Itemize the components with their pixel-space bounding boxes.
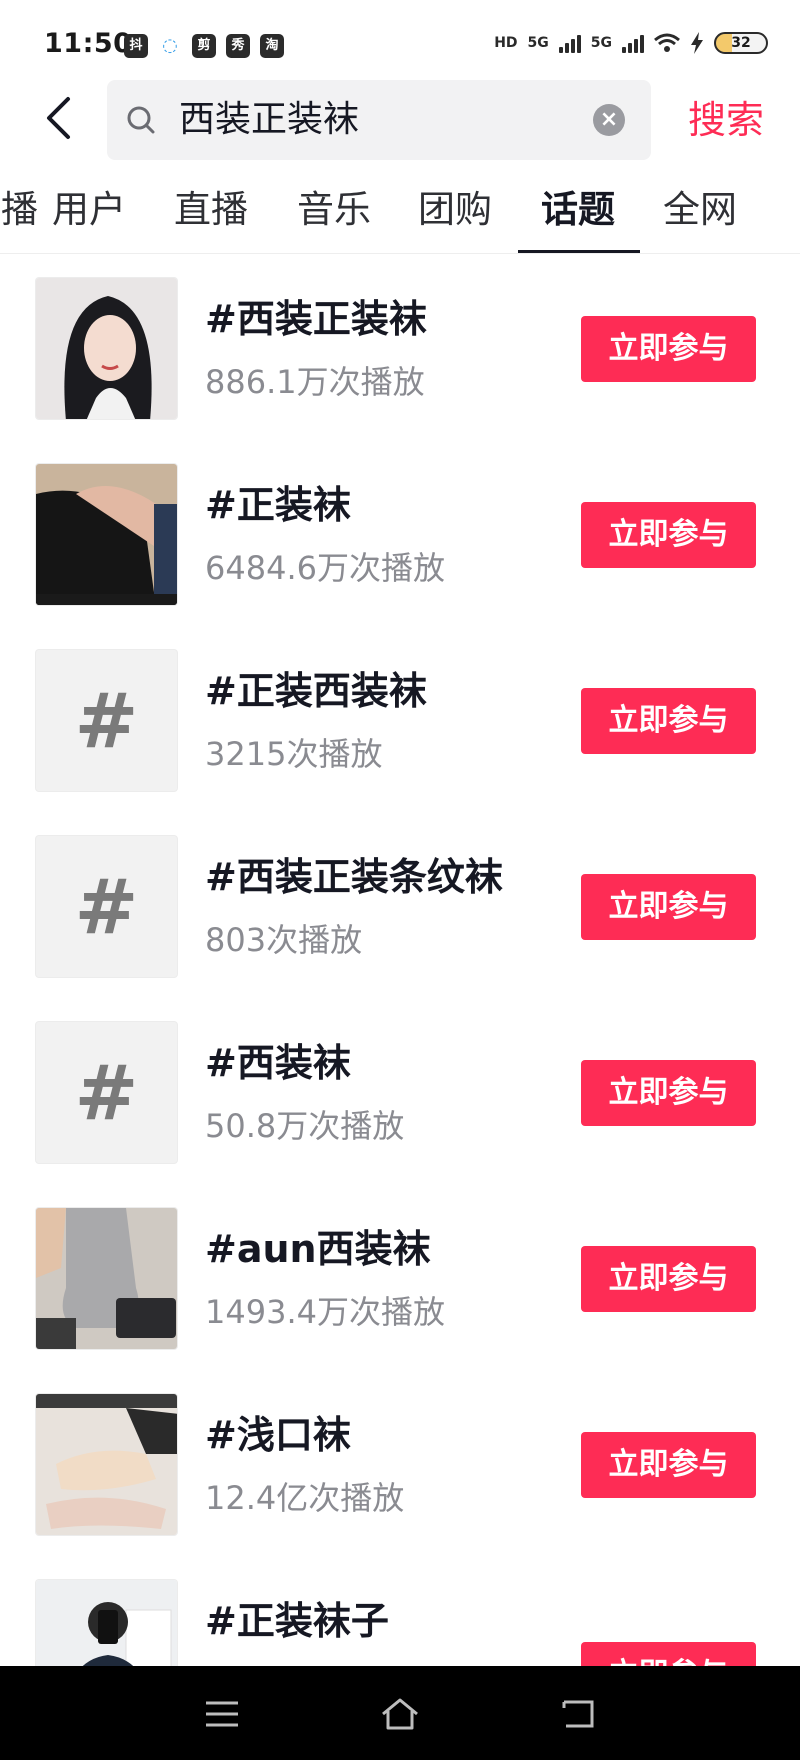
search-button[interactable]: 搜索 xyxy=(688,98,764,142)
topic-play-count: 6484.6万次播放 xyxy=(205,549,445,587)
status-time: 11:50 xyxy=(44,28,133,59)
topic-title: #西装袜 xyxy=(205,1041,351,1085)
socks-image xyxy=(36,464,177,605)
hd-indicator: HD xyxy=(494,35,518,51)
topic-title: #正装西装袜 xyxy=(205,669,427,713)
list-item[interactable]: # #正装西装袜 3215次播放 立即参与 xyxy=(0,632,800,818)
tab-topics[interactable]: 话题 xyxy=(541,188,615,232)
hashtag-icon: # xyxy=(35,1021,178,1164)
topic-play-count: 12.4亿次播放 xyxy=(205,1479,405,1517)
menu-button[interactable] xyxy=(202,1694,242,1734)
topic-title: #西装正装袜 xyxy=(205,297,427,341)
join-button[interactable]: 立即参与 xyxy=(581,502,756,568)
topic-play-count: 50.8万次播放 xyxy=(205,1107,405,1145)
topic-play-count: 886.1万次播放 xyxy=(205,363,425,401)
list-item[interactable]: # #西装袜 50.8万次播放 立即参与 xyxy=(0,1004,800,1190)
topic-title: #正装袜 xyxy=(205,483,351,527)
low-cut-socks-image xyxy=(36,1394,177,1535)
join-button[interactable]: 立即参与 xyxy=(581,316,756,382)
topic-play-count: 803次播放 xyxy=(205,921,363,959)
topic-thumbnail xyxy=(35,1393,178,1536)
join-button[interactable]: 立即参与 xyxy=(581,688,756,754)
app-notification-icon: 抖 xyxy=(124,34,148,58)
back-nav-button[interactable] xyxy=(558,1694,598,1734)
status-indicators: HD 5G 5G 32 xyxy=(494,32,768,54)
taobao-notification-icon: 淘 xyxy=(260,34,284,58)
topic-thumbnail xyxy=(35,277,178,420)
signal-icon xyxy=(558,33,581,53)
charging-icon xyxy=(691,32,703,54)
tab-music[interactable]: 音乐 xyxy=(297,188,371,232)
system-navigation-bar xyxy=(0,1666,800,1760)
result-tabs: 直播 用户 直播 音乐 团购 话题 全网 xyxy=(0,170,800,254)
portrait-image xyxy=(36,278,177,419)
tab-live[interactable]: 直播 xyxy=(174,188,248,232)
join-button[interactable]: 立即参与 xyxy=(581,1060,756,1126)
chevron-left-icon xyxy=(47,97,70,139)
capcut-notification-icon: 剪 xyxy=(192,34,216,58)
return-icon xyxy=(562,1700,594,1728)
join-button[interactable]: 立即参与 xyxy=(581,1246,756,1312)
topic-play-count: 1493.4万次播放 xyxy=(205,1293,445,1331)
battery-indicator: 32 xyxy=(714,32,768,54)
home-icon xyxy=(382,1698,418,1730)
topic-title: #aun西装袜 xyxy=(205,1227,431,1271)
tab-all-web[interactable]: 全网 xyxy=(663,188,737,232)
tab-users[interactable]: 用户 xyxy=(52,188,126,232)
topic-title: #西装正装条纹袜 xyxy=(205,855,503,899)
notification-icons: 抖 ◌ 剪 秀 淘 xyxy=(124,34,284,58)
status-bar: 11:50 抖 ◌ 剪 秀 淘 HD 5G 5G 32 xyxy=(0,0,800,80)
list-item[interactable]: # #西装正装条纹袜 803次播放 立即参与 xyxy=(0,818,800,1004)
hashtag-icon: # xyxy=(35,649,178,792)
search-icon xyxy=(127,106,155,134)
network-type-1: 5G xyxy=(527,35,549,51)
topic-play-count: 3215次播放 xyxy=(205,735,383,773)
list-item[interactable]: #浅口袜 12.4亿次播放 立即参与 xyxy=(0,1376,800,1562)
search-input[interactable]: 西装正装袜 × xyxy=(107,80,651,160)
tab-live-partial[interactable]: 直播 xyxy=(0,188,38,232)
search-query: 西装正装袜 xyxy=(179,99,360,140)
signal-icon-2 xyxy=(622,33,644,53)
topic-title: #浅口袜 xyxy=(205,1413,351,1457)
grey-socks-image xyxy=(36,1208,177,1349)
network-type-2: 5G xyxy=(590,35,612,51)
list-item[interactable]: #西装正装袜 886.1万次播放 立即参与 xyxy=(0,260,800,446)
menu-icon xyxy=(206,1701,238,1727)
topic-title: #正装袜子 xyxy=(205,1599,389,1643)
tab-group-buy[interactable]: 团购 xyxy=(418,188,492,232)
search-header: 西装正装袜 × 搜索 xyxy=(0,80,800,160)
join-button[interactable]: 立即参与 xyxy=(581,1432,756,1498)
back-button[interactable] xyxy=(34,94,82,142)
list-item[interactable]: #aun西装袜 1493.4万次播放 立即参与 xyxy=(0,1190,800,1376)
clear-search-icon[interactable]: × xyxy=(593,104,625,136)
active-tab-indicator xyxy=(518,250,640,253)
join-button[interactable]: 立即参与 xyxy=(581,874,756,940)
hashtag-icon: # xyxy=(35,835,178,978)
wifi-icon xyxy=(654,33,680,52)
xiu-notification-icon: 秀 xyxy=(226,34,250,58)
topic-thumbnail xyxy=(35,463,178,606)
topic-thumbnail xyxy=(35,1207,178,1350)
list-item[interactable]: #正装袜 6484.6万次播放 立即参与 xyxy=(0,446,800,632)
home-button[interactable] xyxy=(380,1694,420,1734)
chat-notification-icon: ◌ xyxy=(162,35,178,56)
